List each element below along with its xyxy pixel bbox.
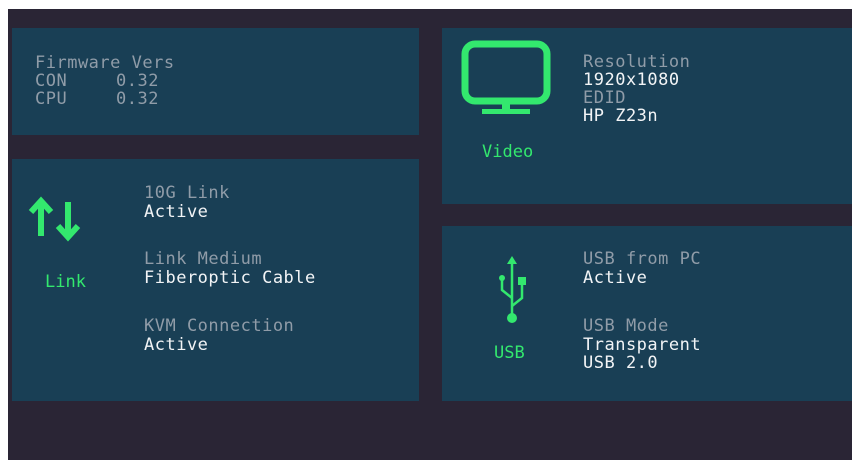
link-medium-value: Fiberoptic Cable [144, 268, 316, 288]
link-10g-value: Active [144, 202, 209, 222]
usb-mode-label: USB Mode [583, 316, 669, 336]
firmware-con-value: 0.32 [116, 71, 159, 91]
firmware-cpu-name: CPU [35, 89, 68, 109]
usb-from-pc-label: USB from PC [583, 249, 702, 269]
edid-value: HP Z23n [583, 106, 659, 126]
firmware-con-name: CON [35, 71, 68, 91]
kvm-status-screen: Firmware Vers CON 0.32 CPU 0.32 Link 10G… [8, 9, 852, 460]
link-caption: Link [45, 272, 86, 292]
up-down-arrows-icon [28, 196, 81, 242]
kvm-connection-label: KVM Connection [144, 316, 295, 336]
resolution-label: Resolution [583, 52, 691, 72]
usb-panel: USB USB from PC Active USB Mode Transpar… [442, 226, 852, 401]
link-10g-label: 10G Link [144, 183, 230, 203]
usb-icon [499, 256, 526, 323]
video-caption: Video [482, 142, 534, 162]
usb-from-pc-value: Active [583, 268, 648, 288]
video-panel: Video Resolution 1920x1080 EDID HP Z23n [442, 28, 852, 204]
firmware-panel: Firmware Vers CON 0.32 CPU 0.32 [12, 28, 419, 135]
edid-label: EDID [583, 88, 626, 108]
monitor-icon [461, 40, 551, 114]
resolution-value: 1920x1080 [583, 70, 680, 90]
usb-caption: USB [494, 343, 525, 363]
usb-mode-value: Transparent USB 2.0 [583, 335, 702, 373]
kvm-connection-value: Active [144, 335, 209, 355]
link-panel: Link 10G Link Active Link Medium Fiberop… [12, 159, 419, 401]
firmware-cpu-value: 0.32 [116, 89, 159, 109]
link-medium-label: Link Medium [144, 249, 263, 269]
firmware-title: Firmware Vers [35, 53, 175, 73]
